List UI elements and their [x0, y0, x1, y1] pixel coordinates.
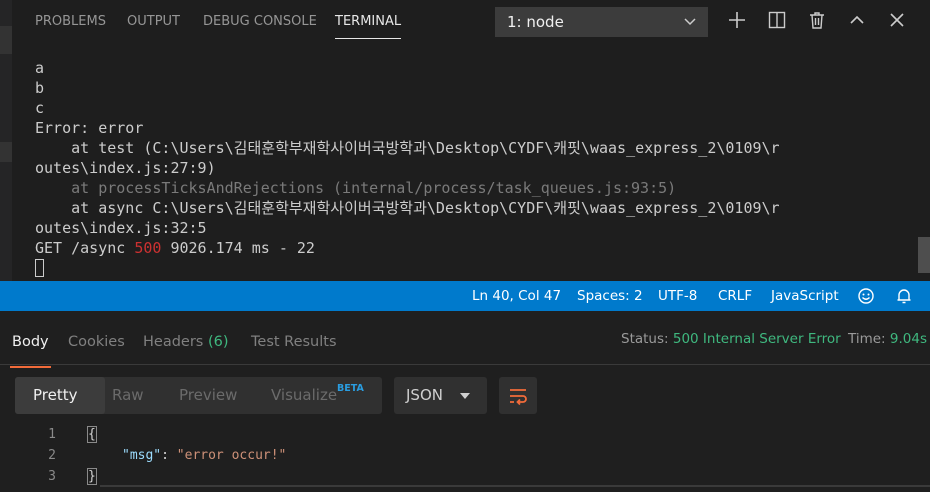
tab-terminal[interactable]: TERMINAL: [335, 14, 402, 39]
terminal-line: b: [35, 79, 45, 97]
status-cursor-position[interactable]: Ln 40, Col 47: [472, 288, 561, 304]
close-icon[interactable]: [887, 10, 907, 30]
json-colon: :: [161, 448, 177, 463]
gutter-mark: [0, 142, 12, 162]
code-line: 2 "msg": "error occur!": [0, 446, 930, 466]
code-text: }: [87, 468, 97, 485]
line-number: 3: [48, 469, 56, 484]
terminal-line: GET /async 500 9026.174 ms - 22: [35, 238, 915, 258]
add-icon[interactable]: [727, 10, 747, 30]
beta-badge: BETA: [337, 383, 364, 394]
tab-headers[interactable]: Headers (6): [143, 334, 229, 350]
terminal-select-value: 1: node: [507, 13, 564, 31]
bell-icon[interactable]: [895, 287, 913, 305]
line-number: 1: [48, 427, 56, 442]
view-preview-button[interactable]: Preview: [179, 386, 237, 404]
terminal-scrollbar[interactable]: [918, 237, 930, 273]
terminal-line: at test (C:\Users\김태훈학부재학사이버국방학과\Desktop…: [35, 139, 780, 157]
trash-icon[interactable]: [807, 10, 827, 30]
split-icon[interactable]: [767, 10, 787, 30]
code-line: 1 {: [0, 425, 930, 445]
caret-down-icon: [460, 393, 470, 399]
response-time: Time: 9.04s: [848, 331, 927, 347]
status-indentation[interactable]: Spaces: 2: [577, 288, 643, 304]
json-value: "error occur!": [176, 448, 287, 463]
headers-count-badge: (6): [207, 334, 229, 350]
format-select-value: JSON: [406, 386, 443, 404]
vscode-panel: PROBLEMS OUTPUT DEBUG CONSOLE TERMINAL 1…: [0, 0, 930, 281]
status-language[interactable]: JavaScript: [771, 288, 839, 304]
code-text: {: [87, 426, 97, 443]
tab-cookies[interactable]: Cookies: [68, 334, 125, 350]
tab-output[interactable]: OUTPUT: [127, 14, 180, 29]
editor-gutter: [0, 0, 12, 281]
json-key: "msg": [122, 448, 162, 463]
terminal-line: outes\index.js:27:9): [35, 159, 216, 177]
status-value[interactable]: 500 Internal Server Error: [673, 331, 841, 347]
view-raw-button[interactable]: Raw: [112, 386, 144, 404]
code-text: "msg": "error occur!": [122, 448, 286, 463]
tab-headers-label: Headers: [143, 334, 204, 350]
terminal-prompt-line: [35, 258, 915, 278]
terminal-line: Error: error: [35, 119, 144, 137]
open-brace: {: [87, 426, 97, 443]
response-body-editor[interactable]: 1 { 2 "msg": "error occur!" 3 }: [0, 425, 930, 492]
tab-debug-console[interactable]: DEBUG CONSOLE: [203, 14, 317, 29]
terminal-instance-select[interactable]: 1: node: [495, 7, 708, 37]
terminal-line: at async C:\Users\김태훈학부재학사이버국방학과\Desktop…: [35, 199, 780, 217]
gutter-mark: [0, 26, 12, 54]
terminal-line: c: [35, 99, 45, 117]
response-pane: Body Cookies Headers (6) Test Results St…: [0, 311, 930, 492]
status-bar: Ln 40, Col 47 Spaces: 2 UTF-8 CRLF JavaS…: [0, 281, 930, 311]
code-line: 3 }: [0, 467, 930, 487]
request-suffix: 9026.174 ms - 22: [161, 239, 315, 257]
close-brace: }: [87, 468, 97, 485]
time-value[interactable]: 9.04s: [890, 331, 927, 347]
tab-problems[interactable]: PROBLEMS: [35, 14, 106, 29]
tab-test-results[interactable]: Test Results: [251, 334, 337, 350]
editor-current-line: [100, 485, 930, 487]
format-select[interactable]: JSON: [394, 377, 487, 414]
response-status: Status: 500 Internal Server Error: [621, 331, 841, 347]
time-label: Time:: [848, 331, 886, 347]
status-label: Status:: [621, 331, 669, 347]
view-mode-group: Pretty Raw Preview Visualize BETA: [15, 377, 382, 414]
view-pretty-button[interactable]: Pretty: [33, 386, 78, 404]
request-status-code: 500: [134, 239, 162, 257]
terminal-output[interactable]: a b c Error: error at test (C:\Users\김태훈학부재…: [35, 58, 915, 278]
chevron-down-icon: [684, 18, 696, 26]
terminal-line: at processTicksAndRejections (internal/p…: [35, 179, 677, 197]
chevron-up-icon[interactable]: [847, 10, 867, 30]
line-number: 2: [48, 448, 56, 463]
tab-divider: [0, 364, 930, 365]
terminal-line: a: [35, 59, 45, 77]
wrap-icon: [510, 389, 527, 406]
terminal-line: outes\index.js:32:5: [35, 219, 207, 237]
view-visualize-button[interactable]: Visualize: [271, 386, 337, 404]
status-encoding[interactable]: UTF-8: [658, 288, 697, 304]
terminal-cursor: [35, 259, 44, 277]
request-prefix: GET /async: [35, 239, 135, 257]
smiley-icon[interactable]: [857, 287, 875, 305]
wrap-lines-button[interactable]: [499, 377, 537, 414]
tab-body[interactable]: Body: [10, 334, 51, 368]
status-eol[interactable]: CRLF: [718, 288, 752, 304]
